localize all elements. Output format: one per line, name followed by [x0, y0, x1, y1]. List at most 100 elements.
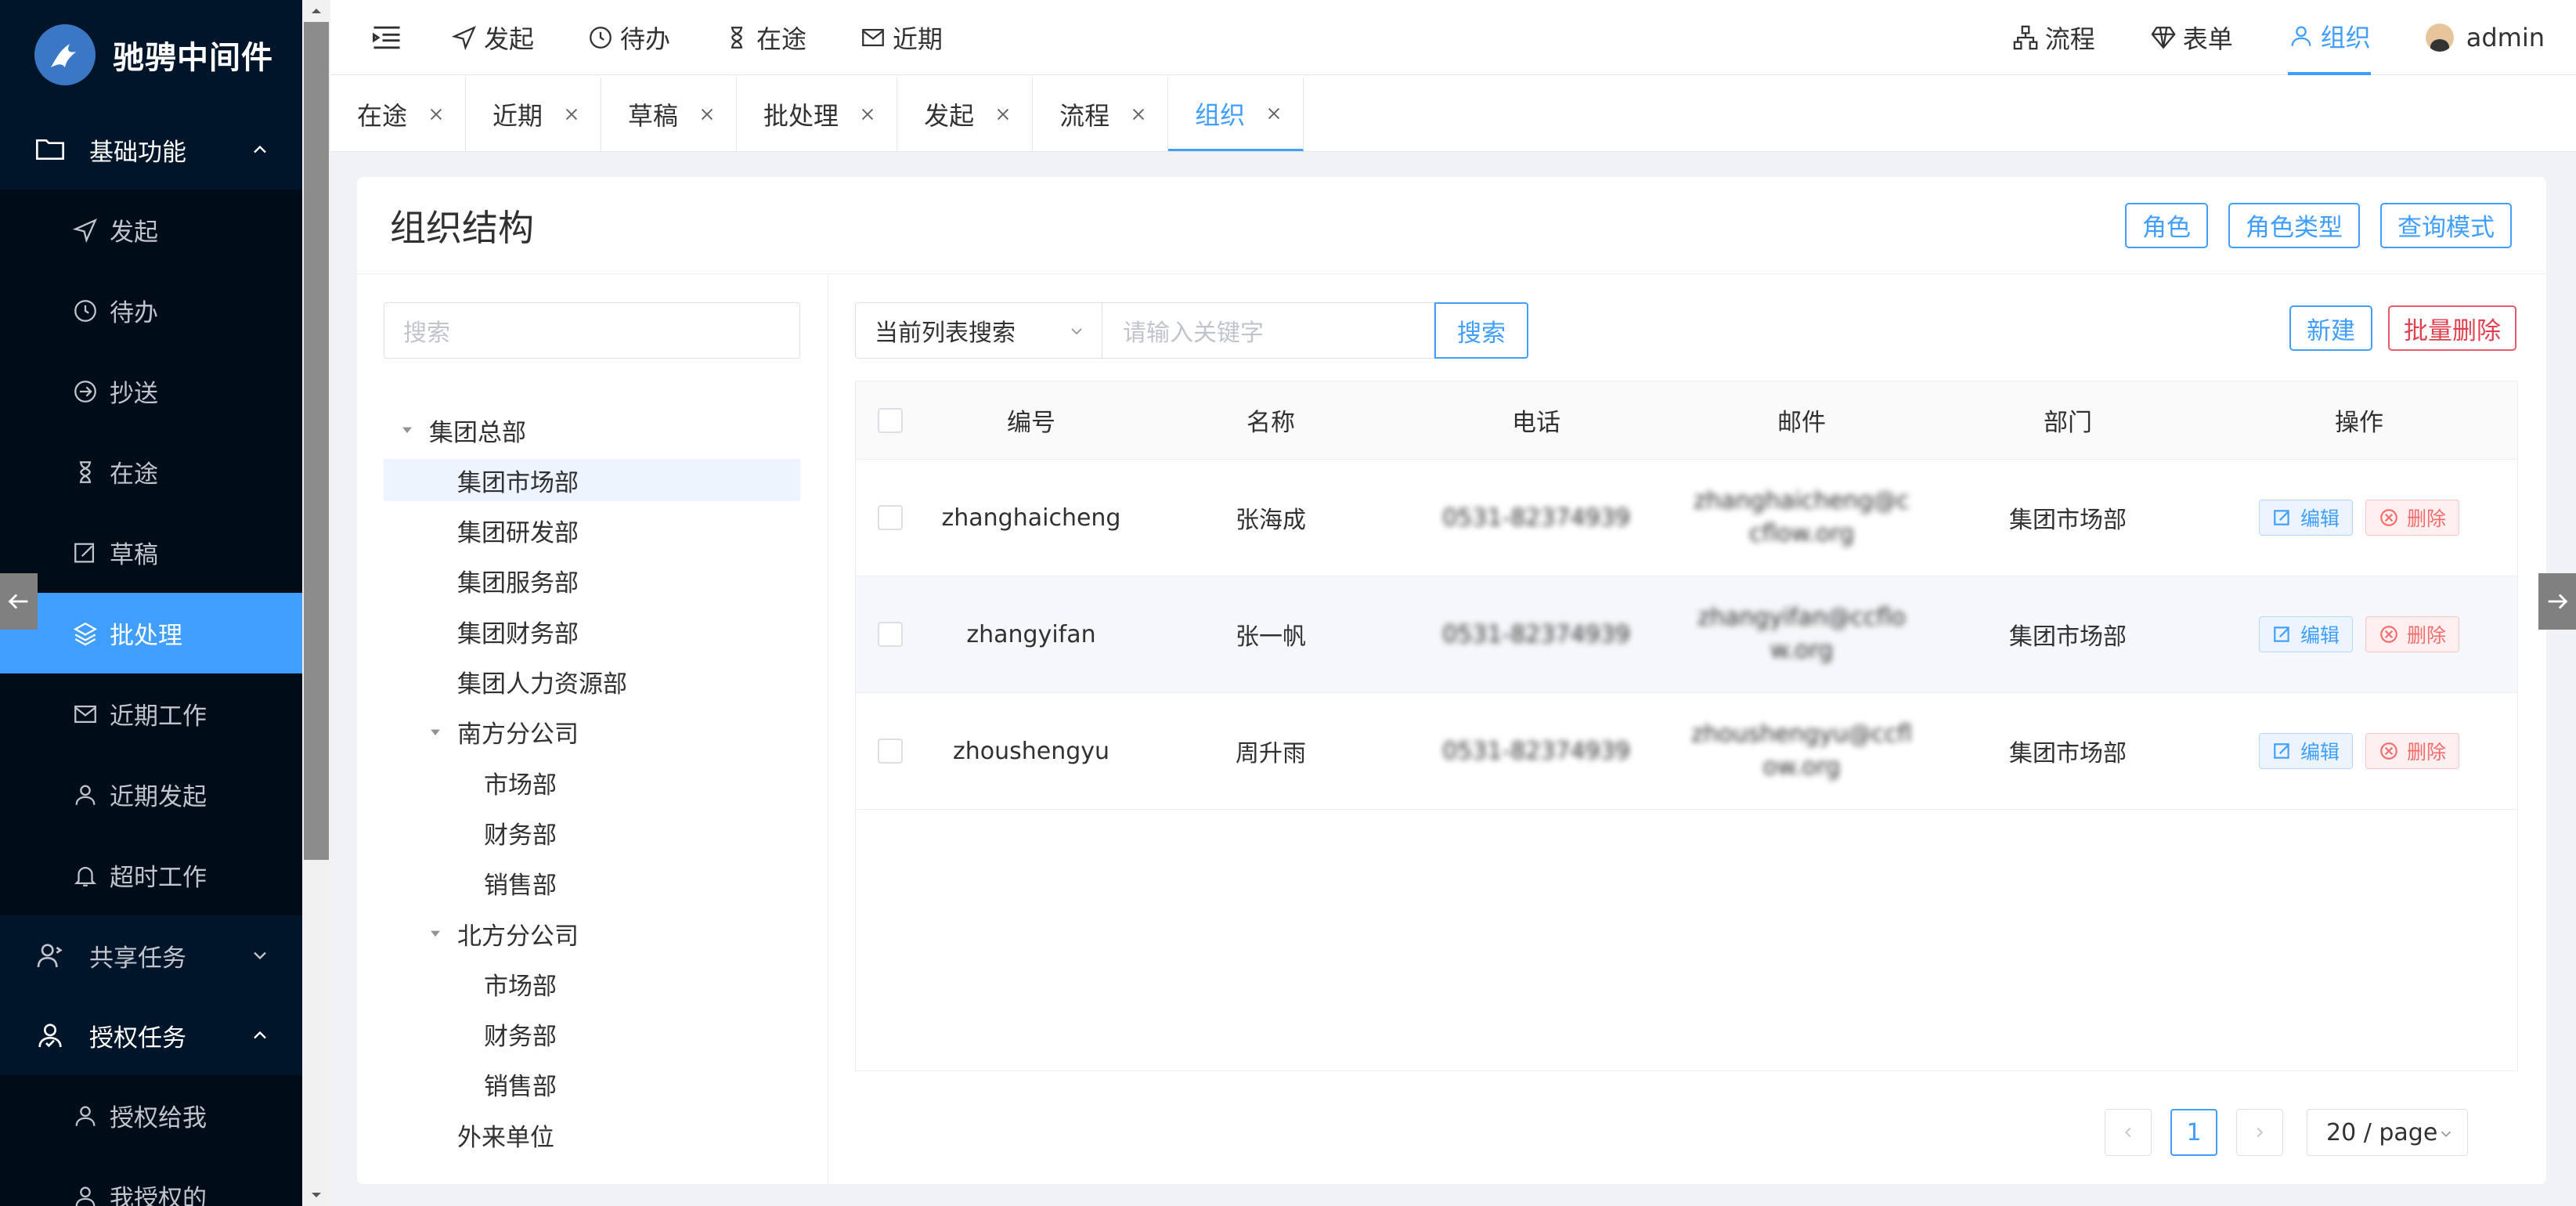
cell-id: zhoushengyu: [952, 737, 1110, 765]
tab-inprogress[interactable]: 在途: [330, 78, 467, 151]
sidebar-item-recent-launch[interactable]: 近期发起: [0, 754, 302, 835]
menu-fold-icon[interactable]: [370, 20, 404, 55]
tree-node[interactable]: 集团服务部: [384, 560, 800, 602]
next-page-button[interactable]: [2236, 1109, 2283, 1156]
sidebar-item-inprogress[interactable]: 在途: [0, 431, 302, 512]
tree-node[interactable]: 集团总部: [384, 409, 800, 451]
top-nav-launch[interactable]: 发起: [451, 0, 534, 75]
query-mode-button[interactable]: 查询模式: [2380, 202, 2512, 248]
role-type-button[interactable]: 角色类型: [2228, 202, 2360, 248]
card-header: 组织结构 角色 角色类型 查询模式: [357, 177, 2546, 274]
delete-button[interactable]: 删除: [2365, 500, 2460, 536]
tree-node[interactable]: 北方分公司: [384, 912, 800, 955]
tree-node[interactable]: 集团研发部: [384, 510, 800, 552]
tree-node[interactable]: 集团市场部: [384, 459, 800, 502]
top-nav-inprogress[interactable]: 在途: [723, 0, 806, 75]
sidebar-item-recent-work[interactable]: 近期工作: [0, 673, 302, 754]
sidebar-scrollbar[interactable]: [302, 0, 330, 1206]
table-row: zhangyifan 张一帆 0531-82374939 zhangyifan@ccf…: [856, 576, 2517, 693]
batch-delete-button[interactable]: 批量删除: [2388, 305, 2516, 351]
sidebar-item-batch[interactable]: 批处理: [0, 593, 302, 673]
page-button-current[interactable]: 1: [2170, 1109, 2217, 1156]
sidebar-item-overdue[interactable]: 超时工作: [0, 835, 302, 915]
prev-page-button[interactable]: [2105, 1109, 2152, 1156]
select-all-checkbox[interactable]: [878, 407, 903, 433]
close-icon[interactable]: [994, 106, 1012, 123]
tree-node-label: 南方分公司: [457, 720, 579, 749]
edit-button[interactable]: 编辑: [2258, 733, 2353, 769]
search-scope-select[interactable]: 当前列表搜索: [855, 302, 1102, 359]
delete-button[interactable]: 删除: [2365, 616, 2460, 652]
circle-close-icon: [2380, 742, 2397, 760]
tree-node[interactable]: 集团人力资源部: [384, 661, 800, 703]
tree-node-label: 财务部: [484, 821, 557, 850]
close-icon[interactable]: [428, 106, 445, 123]
tree-node[interactable]: 财务部: [384, 811, 800, 854]
caret-down-icon[interactable]: [399, 422, 415, 438]
tree-node[interactable]: 市场部: [384, 761, 800, 803]
hourglass-icon: [79, 460, 92, 483]
close-icon[interactable]: [698, 106, 716, 123]
menu-group-basic[interactable]: 基础功能: [0, 110, 302, 190]
tree-node[interactable]: 销售部: [384, 862, 800, 904]
sidebar-item-todo[interactable]: 待办: [0, 270, 302, 351]
page-size-select[interactable]: 20 / page: [2307, 1109, 2468, 1156]
tab-flow[interactable]: 流程: [1033, 78, 1169, 151]
sidebar-item-my-authorized[interactable]: 我授权的: [0, 1156, 302, 1206]
tree-node[interactable]: 南方分公司: [384, 711, 800, 753]
new-button[interactable]: 新建: [2289, 305, 2372, 351]
scroll-up-icon[interactable]: [307, 2, 326, 20]
layers-icon: [73, 622, 98, 645]
close-icon[interactable]: [1265, 105, 1283, 122]
tree-search-input[interactable]: 搜索: [384, 302, 800, 359]
caret-down-icon[interactable]: [428, 926, 443, 941]
row-checkbox[interactable]: [878, 622, 903, 647]
tab-draft[interactable]: 草稿: [601, 78, 738, 151]
scroll-down-icon[interactable]: [307, 1186, 326, 1204]
bell-icon: [74, 866, 97, 886]
top-nav-todo[interactable]: 待办: [587, 0, 670, 75]
search-button[interactable]: 搜索: [1434, 302, 1528, 359]
row-checkbox[interactable]: [878, 738, 903, 764]
top-nav-flow[interactable]: 流程: [2012, 0, 2095, 75]
sidebar-item-launch[interactable]: 发起: [0, 190, 302, 270]
close-icon[interactable]: [1130, 106, 1147, 123]
row-checkbox[interactable]: [878, 505, 903, 530]
edit-icon: [2274, 743, 2289, 759]
tree-node[interactable]: 集团财务部: [384, 610, 800, 652]
tab-org[interactable]: 组织: [1168, 78, 1304, 151]
tab-launch[interactable]: 发起: [897, 78, 1034, 151]
chevron-up-icon: [254, 1031, 266, 1039]
close-icon[interactable]: [563, 106, 580, 123]
tree-node[interactable]: 财务部: [384, 1013, 800, 1056]
edit-button[interactable]: 编辑: [2258, 616, 2353, 652]
sidebar-item-draft[interactable]: 草稿: [0, 512, 302, 593]
top-nav-form[interactable]: 表单: [2150, 0, 2233, 75]
tree-node[interactable]: 销售部: [384, 1063, 800, 1106]
search-input[interactable]: 请输入关键字: [1102, 302, 1434, 359]
tree-node[interactable]: 外来单位: [384, 1114, 800, 1156]
sidebar-item-authorized-to-me[interactable]: 授权给我: [0, 1075, 302, 1156]
tree-node[interactable]: 市场部: [384, 962, 800, 1005]
close-icon[interactable]: [859, 106, 876, 123]
edit-button[interactable]: 编辑: [2258, 500, 2353, 536]
arrow-left-icon: [8, 594, 28, 609]
sidebar-item-cc[interactable]: 抄送: [0, 351, 302, 431]
caret-down-icon[interactable]: [428, 724, 443, 740]
delete-button[interactable]: 删除: [2365, 733, 2460, 769]
tab-batch[interactable]: 批处理: [737, 78, 898, 151]
column-header-id: 编号: [1007, 409, 1055, 437]
menu-group-shared[interactable]: 共享任务: [0, 915, 302, 995]
top-nav-org[interactable]: 组织: [2287, 0, 2371, 75]
role-button[interactable]: 角色: [2125, 202, 2208, 248]
expand-right-button[interactable]: [2538, 573, 2576, 630]
edit-icon: [74, 543, 95, 562]
top-nav-recent[interactable]: 近期: [860, 0, 943, 75]
user-menu[interactable]: admin: [2425, 0, 2545, 75]
tab-strip: 在途 近期 草稿 批处理 发起 流程 组织: [330, 75, 2576, 152]
tab-recent[interactable]: 近期: [466, 78, 602, 151]
scrollbar-thumb[interactable]: [304, 22, 329, 860]
cell-mail: zhanghaicheng@ccflow.org: [1694, 487, 1910, 547]
menu-group-auth[interactable]: 授权任务: [0, 995, 302, 1075]
collapse-left-button[interactable]: [0, 573, 38, 630]
